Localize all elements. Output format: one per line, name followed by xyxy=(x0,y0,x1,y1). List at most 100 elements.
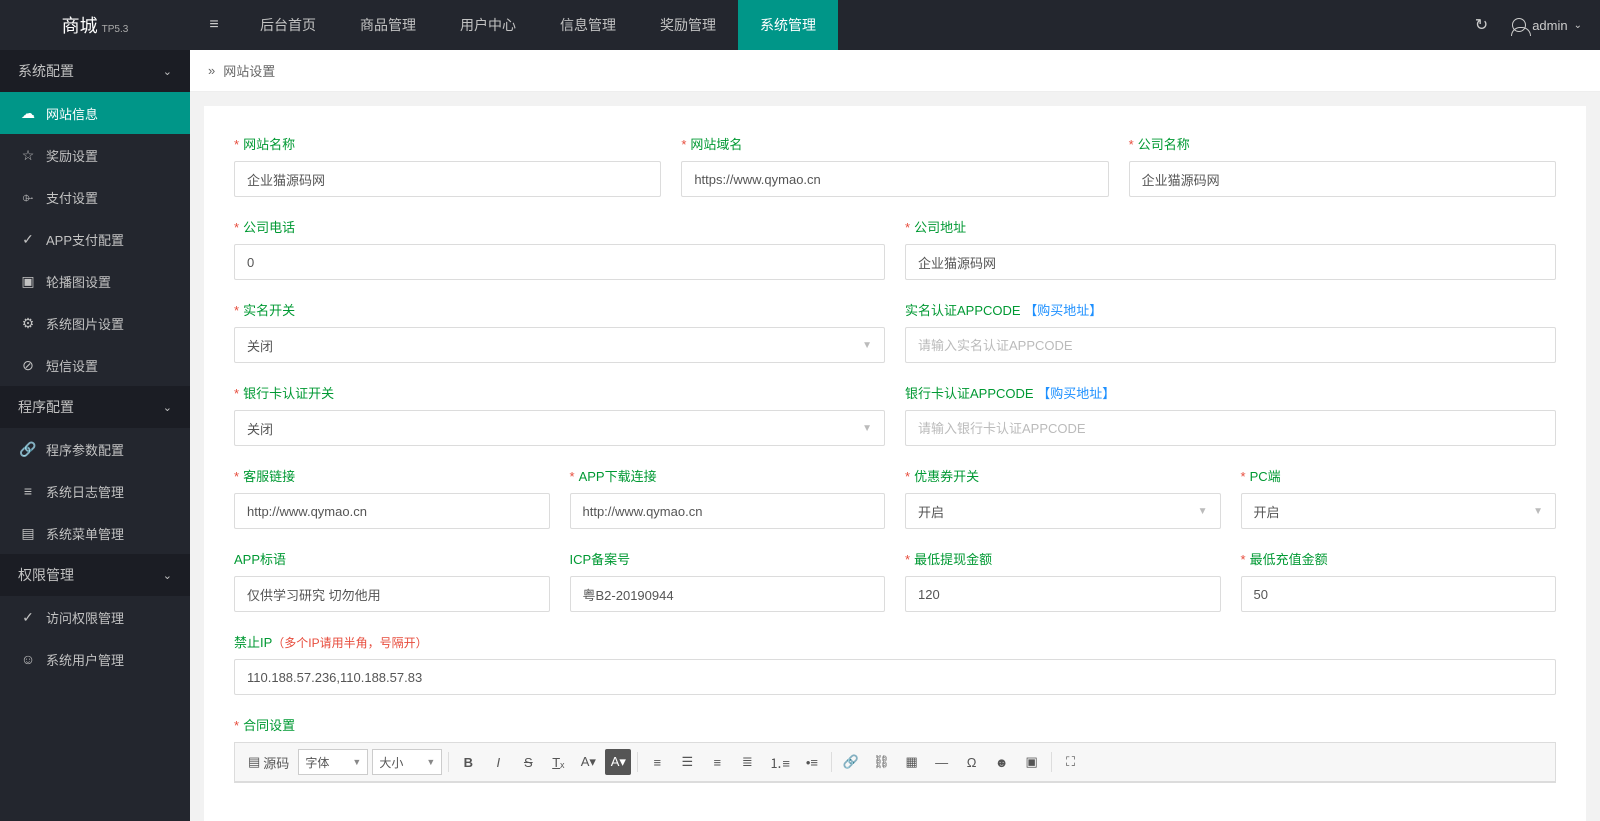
ban-icon: ⊘ xyxy=(20,357,36,374)
image-icon: ▣ xyxy=(20,273,36,290)
shield-icon: ✓ xyxy=(20,609,36,626)
nav-products[interactable]: 商品管理 xyxy=(338,0,438,50)
realname-buy-link[interactable]: 【购买地址】 xyxy=(1024,303,1102,318)
table-icon[interactable]: ▦ xyxy=(899,749,925,775)
realname-switch-select[interactable]: 关闭▼ xyxy=(234,327,885,363)
realname-appcode-input[interactable] xyxy=(905,327,1556,363)
sidebar-item-sms[interactable]: ⊘ 短信设置 xyxy=(0,344,190,386)
chevron-down-icon: ⌄ xyxy=(163,569,172,582)
align-center-icon[interactable]: ☰ xyxy=(674,749,700,775)
min-withdraw-input[interactable] xyxy=(905,576,1221,612)
rich-text-editor: ▤ 源码 字体▼ 大小▼ B I S Tₓ A▾ A▾ ≡ ☰ ≡ xyxy=(234,742,1556,783)
sidebar-item-app-payment[interactable]: ✓APP支付配置 xyxy=(0,218,190,260)
nav-info[interactable]: 信息管理 xyxy=(538,0,638,50)
user-menu[interactable]: admin ⌄ xyxy=(1512,18,1582,33)
sidebar-group-permission[interactable]: 权限管理 ⌄ xyxy=(0,554,190,596)
separator-icon xyxy=(637,752,638,772)
min-recharge-input[interactable] xyxy=(1241,576,1557,612)
bank-switch-select[interactable]: 关闭▼ xyxy=(234,410,885,446)
align-justify-icon[interactable]: ≣ xyxy=(734,749,760,775)
chevron-right-icon: » xyxy=(208,63,215,78)
image-icon[interactable]: ▣ xyxy=(1019,749,1045,775)
logo-sub: TP5.3 xyxy=(102,24,129,35)
sidebar-item-site-info[interactable]: ☁网站信息 xyxy=(0,92,190,134)
nav-users[interactable]: 用户中心 xyxy=(438,0,538,50)
italic-icon[interactable]: I xyxy=(485,749,511,775)
sidebar-item-system-menu[interactable]: ▤ 系统菜单管理 xyxy=(0,512,190,554)
bank-buy-link[interactable]: 【购买地址】 xyxy=(1037,386,1115,401)
sidebar-item-label: 系统菜单管理 xyxy=(46,524,124,543)
gear-icon: ⚙ xyxy=(20,315,36,332)
sidebar-item-program-params[interactable]: 🔗程序参数配置 xyxy=(0,428,190,470)
bg-color-icon[interactable]: A▾ xyxy=(605,749,631,775)
sidebar-item-reward[interactable]: ☆奖励设置 xyxy=(0,134,190,176)
address-input[interactable] xyxy=(905,244,1556,280)
text-color-icon[interactable]: A▾ xyxy=(575,749,601,775)
label-site-domain: *网站域名 xyxy=(681,134,1108,153)
form-panel: *网站名称 *网站域名 *公司名称 *公司电话 *公司地址 *实名开关关闭▼ 实… xyxy=(204,106,1586,821)
editor-size-select[interactable]: 大小▼ xyxy=(372,749,442,775)
special-char-icon[interactable]: Ω xyxy=(959,749,985,775)
bank-appcode-input[interactable] xyxy=(905,410,1556,446)
nav-rewards[interactable]: 奖励管理 xyxy=(638,0,738,50)
sidebar-item-access[interactable]: ✓ 访问权限管理 xyxy=(0,596,190,638)
sidebar-group-program-config[interactable]: 程序配置 ⌄ xyxy=(0,386,190,428)
sidebar-item-label: 支付设置 xyxy=(46,188,98,207)
unordered-list-icon[interactable]: •≡ xyxy=(799,749,825,775)
nav-system[interactable]: 系统管理 xyxy=(738,0,838,50)
site-domain-input[interactable] xyxy=(681,161,1108,197)
hr-icon[interactable]: — xyxy=(929,749,955,775)
sidebar-item-system-users[interactable]: ☺系统用户管理 xyxy=(0,638,190,680)
maximize-icon[interactable]: ⛶ xyxy=(1058,749,1084,775)
editor-font-select[interactable]: 字体▼ xyxy=(298,749,368,775)
sidebar: 系统配置 ⌄ ☁网站信息 ☆奖励设置 ⌱支付设置 ✓APP支付配置 ▣轮播图设置… xyxy=(0,50,190,821)
ordered-list-icon[interactable]: ⒈≡ xyxy=(764,749,795,775)
chevron-down-icon: ⌄ xyxy=(1574,20,1582,31)
link-icon[interactable]: 🔗 xyxy=(838,749,864,775)
sidebar-item-payment[interactable]: ⌱支付设置 xyxy=(0,176,190,218)
remove-format-icon[interactable]: Tₓ xyxy=(545,749,571,775)
label-company: *公司名称 xyxy=(1129,134,1556,153)
label-icp: ICP备案号 xyxy=(570,549,886,568)
kefu-link-input[interactable] xyxy=(234,493,550,529)
icp-input[interactable] xyxy=(570,576,886,612)
label-app-slogan: APP标语 xyxy=(234,549,550,568)
app-download-input[interactable] xyxy=(570,493,886,529)
nav-home[interactable]: 后台首页 xyxy=(238,0,338,50)
collapse-sidebar-button[interactable]: ≡ xyxy=(190,16,238,34)
app-slogan-input[interactable] xyxy=(234,576,550,612)
editor-source-button[interactable]: ▤ 源码 xyxy=(243,749,294,775)
unlink-icon[interactable]: ⛓ xyxy=(868,749,895,775)
sidebar-item-carousel[interactable]: ▣轮播图设置 xyxy=(0,260,190,302)
sidebar-item-label: 访问权限管理 xyxy=(46,608,124,627)
smiley-icon[interactable]: ☻ xyxy=(989,749,1015,775)
sidebar-group-system-config[interactable]: 系统配置 ⌄ xyxy=(0,50,190,92)
bold-icon[interactable]: B xyxy=(455,749,481,775)
editor-toolbar: ▤ 源码 字体▼ 大小▼ B I S Tₓ A▾ A▾ ≡ ☰ ≡ xyxy=(235,743,1555,782)
sidebar-item-label: 系统图片设置 xyxy=(46,314,124,333)
pc-switch-select[interactable]: 开启▼ xyxy=(1241,493,1557,529)
label-phone: *公司电话 xyxy=(234,217,885,236)
topbar: 商城 TP5.3 ≡ 后台首页 商品管理 用户中心 信息管理 奖励管理 系统管理… xyxy=(0,0,1600,50)
chevron-down-icon: ⌄ xyxy=(163,65,172,78)
sidebar-item-label: 程序参数配置 xyxy=(46,440,124,459)
align-right-icon[interactable]: ≡ xyxy=(704,749,730,775)
top-nav: 后台首页 商品管理 用户中心 信息管理 奖励管理 系统管理 xyxy=(238,0,838,50)
ban-ip-input[interactable] xyxy=(234,659,1556,695)
align-left-icon[interactable]: ≡ xyxy=(644,749,670,775)
sidebar-item-system-log[interactable]: ≡系统日志管理 xyxy=(0,470,190,512)
company-name-input[interactable] xyxy=(1129,161,1556,197)
coupon-switch-select[interactable]: 开启▼ xyxy=(905,493,1221,529)
refresh-icon[interactable]: ↻ xyxy=(1475,15,1488,35)
label-min-recharge: *最低充值金额 xyxy=(1241,549,1557,568)
caret-down-icon: ▼ xyxy=(862,340,872,351)
site-name-input[interactable] xyxy=(234,161,661,197)
sidebar-item-label: 奖励设置 xyxy=(46,146,98,165)
sidebar-item-label: 短信设置 xyxy=(46,356,98,375)
user-icon xyxy=(1512,18,1526,32)
separator-icon xyxy=(831,752,832,772)
phone-input[interactable] xyxy=(234,244,885,280)
strike-icon[interactable]: S xyxy=(515,749,541,775)
grid-icon: ▤ xyxy=(20,525,36,542)
sidebar-item-system-images[interactable]: ⚙ 系统图片设置 xyxy=(0,302,190,344)
